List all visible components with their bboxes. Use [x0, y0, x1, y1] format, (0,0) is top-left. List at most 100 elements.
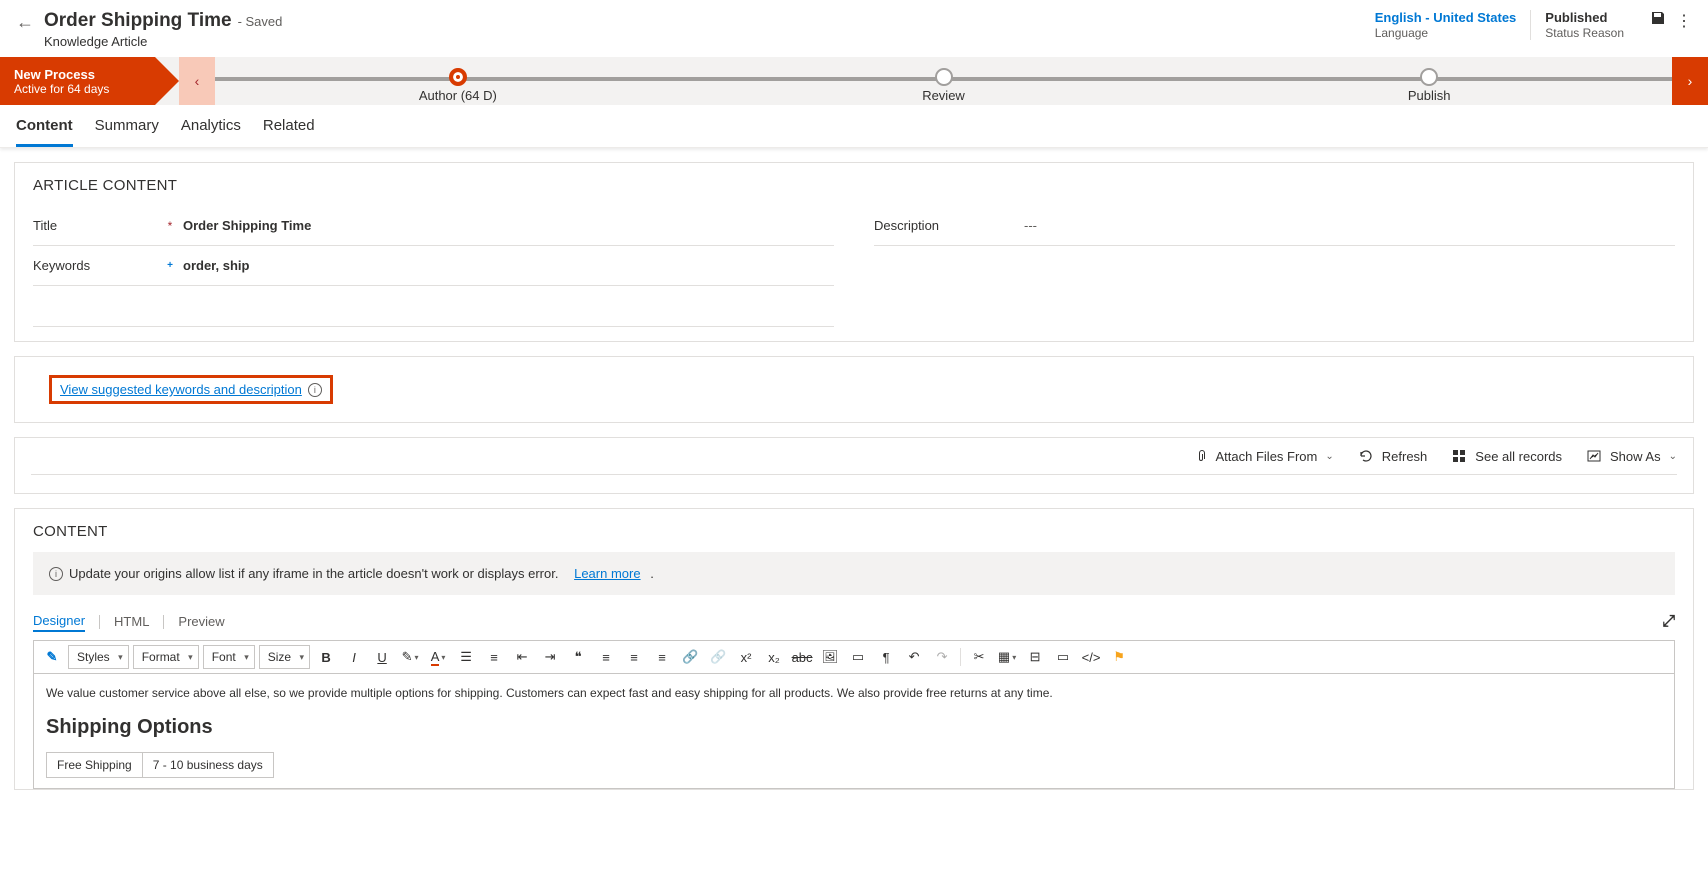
- more-vertical-icon[interactable]: ⋮: [1676, 11, 1692, 31]
- status-meta[interactable]: Published Status Reason: [1530, 10, 1638, 40]
- attach-icon: [1192, 448, 1208, 464]
- language-value[interactable]: English - United States: [1375, 10, 1517, 25]
- body-heading[interactable]: Shipping Options: [46, 712, 1662, 742]
- format-select[interactable]: Format: [133, 645, 199, 669]
- bold-icon[interactable]: B: [314, 645, 338, 669]
- italic-icon[interactable]: I: [342, 645, 366, 669]
- section-heading: ARTICLE CONTENT: [33, 177, 1675, 194]
- expand-icon[interactable]: ⤢: [1662, 613, 1675, 631]
- strikethrough-icon[interactable]: abc: [790, 645, 814, 669]
- align-right-icon[interactable]: ≡: [650, 645, 674, 669]
- link-icon[interactable]: 🔗: [678, 645, 702, 669]
- banner-text: Update your origins allow list if any if…: [69, 566, 558, 581]
- process-name: New Process: [14, 67, 141, 82]
- editor-body[interactable]: We value customer service above all else…: [34, 674, 1674, 788]
- shipping-table[interactable]: Free Shipping 7 - 10 business days: [46, 752, 274, 778]
- styles-select[interactable]: Styles: [68, 645, 129, 669]
- outdent-icon[interactable]: ⇤: [510, 645, 534, 669]
- language-meta[interactable]: English - United States Language: [1361, 10, 1531, 40]
- stage-label: Review: [701, 88, 1187, 103]
- process-bar: New Process Active for 64 days ‹ Author …: [0, 57, 1708, 105]
- refresh-label: Refresh: [1382, 449, 1428, 464]
- align-left-icon[interactable]: ≡: [594, 645, 618, 669]
- table-cell[interactable]: 7 - 10 business days: [142, 753, 273, 778]
- header-right: English - United States Language Publish…: [1361, 10, 1692, 40]
- tab-analytics[interactable]: Analytics: [181, 117, 241, 147]
- article-content-section: ARTICLE CONTENT Title * Order Shipping T…: [14, 162, 1694, 342]
- editor-tabs: Designer HTML Preview ⤢: [33, 611, 1675, 632]
- tab-summary[interactable]: Summary: [95, 117, 159, 147]
- numbered-list-icon[interactable]: ≡: [482, 645, 506, 669]
- format-painter-icon[interactable]: ✎: [40, 645, 64, 669]
- divider: [33, 326, 834, 327]
- back-arrow-icon[interactable]: ←: [16, 12, 34, 33]
- process-nav-next[interactable]: ›: [1672, 57, 1708, 105]
- table-icon[interactable]: ▦: [995, 645, 1019, 669]
- bulleted-list-icon[interactable]: ☰: [454, 645, 478, 669]
- code-icon[interactable]: </>: [1079, 645, 1103, 669]
- field-label: Title: [33, 218, 163, 233]
- editor-tab-html[interactable]: HTML: [114, 612, 149, 631]
- main-content: ARTICLE CONTENT Title * Order Shipping T…: [0, 148, 1708, 790]
- blockquote-icon[interactable]: ❝: [566, 645, 590, 669]
- suggest-section: View suggested keywords and description …: [14, 356, 1694, 423]
- size-select[interactable]: Size: [259, 645, 310, 669]
- language-label: Language: [1375, 26, 1517, 40]
- subscript-icon[interactable]: x₂: [762, 645, 786, 669]
- embed-icon[interactable]: ▭: [1051, 645, 1075, 669]
- body-paragraph[interactable]: We value customer service above all else…: [46, 684, 1662, 702]
- redo-icon[interactable]: ↷: [930, 645, 954, 669]
- unlink-icon[interactable]: 🔗: [706, 645, 730, 669]
- record-tabs: Content Summary Analytics Related: [0, 105, 1708, 148]
- superscript-icon[interactable]: x²: [734, 645, 758, 669]
- process-info[interactable]: New Process Active for 64 days: [0, 57, 155, 105]
- refresh-button[interactable]: Refresh: [1358, 448, 1428, 464]
- tab-related[interactable]: Related: [263, 117, 315, 147]
- attach-files-button[interactable]: Attach Files From ⌄: [1192, 448, 1334, 464]
- process-stages: Author (64 D) Review Publish: [215, 57, 1672, 105]
- field-value[interactable]: ---: [1018, 218, 1675, 233]
- stage-node-icon: [935, 68, 953, 86]
- stage-label: Publish: [1186, 88, 1672, 103]
- iframe-icon[interactable]: ▭: [846, 645, 870, 669]
- show-as-button[interactable]: Show As ⌄: [1586, 448, 1677, 464]
- recommended-indicator-icon: +: [163, 260, 177, 271]
- info-icon[interactable]: i: [308, 383, 322, 397]
- saved-badge: - Saved: [238, 14, 283, 29]
- stage-review[interactable]: Review: [701, 61, 1187, 105]
- save-icon[interactable]: [1650, 10, 1666, 31]
- view-suggested-link[interactable]: View suggested keywords and description: [60, 382, 302, 397]
- highlight-icon[interactable]: ✎: [398, 645, 422, 669]
- indent-icon[interactable]: ⇥: [538, 645, 562, 669]
- collapse-icon[interactable]: ⊟: [1023, 645, 1047, 669]
- image-icon[interactable]: 🖼: [818, 645, 842, 669]
- attach-label: Attach Files From: [1216, 449, 1318, 464]
- table-cell[interactable]: Free Shipping: [47, 753, 143, 778]
- stage-author[interactable]: Author (64 D): [215, 61, 701, 105]
- field-value[interactable]: Order Shipping Time: [177, 218, 834, 233]
- undo-icon[interactable]: ↶: [902, 645, 926, 669]
- underline-icon[interactable]: U: [370, 645, 394, 669]
- editor-tab-preview[interactable]: Preview: [178, 612, 224, 631]
- field-title[interactable]: Title * Order Shipping Time: [33, 206, 834, 246]
- tab-content[interactable]: Content: [16, 117, 73, 147]
- flag-icon[interactable]: ⚑: [1107, 645, 1131, 669]
- learn-more-link[interactable]: Learn more: [574, 566, 640, 581]
- header-title-block: Order Shipping Time - Saved Knowledge Ar…: [44, 10, 1361, 49]
- font-select[interactable]: Font: [203, 645, 255, 669]
- clear-format-icon[interactable]: ✂: [967, 645, 991, 669]
- chevron-down-icon: ⌄: [1325, 451, 1333, 462]
- process-duration: Active for 64 days: [14, 82, 141, 96]
- editor-tab-designer[interactable]: Designer: [33, 611, 85, 632]
- process-nav-prev[interactable]: ‹: [179, 57, 215, 105]
- direction-icon[interactable]: ¶: [874, 645, 898, 669]
- align-center-icon[interactable]: ≡: [622, 645, 646, 669]
- see-all-records-button[interactable]: See all records: [1451, 448, 1562, 464]
- section-heading: CONTENT: [33, 523, 1675, 540]
- font-color-icon[interactable]: A: [426, 645, 450, 669]
- record-entity-name: Knowledge Article: [44, 34, 1361, 49]
- field-keywords[interactable]: Keywords + order, ship: [33, 246, 834, 286]
- field-value[interactable]: order, ship: [177, 258, 834, 273]
- stage-publish[interactable]: Publish: [1186, 61, 1672, 105]
- field-description[interactable]: Description ---: [874, 206, 1675, 246]
